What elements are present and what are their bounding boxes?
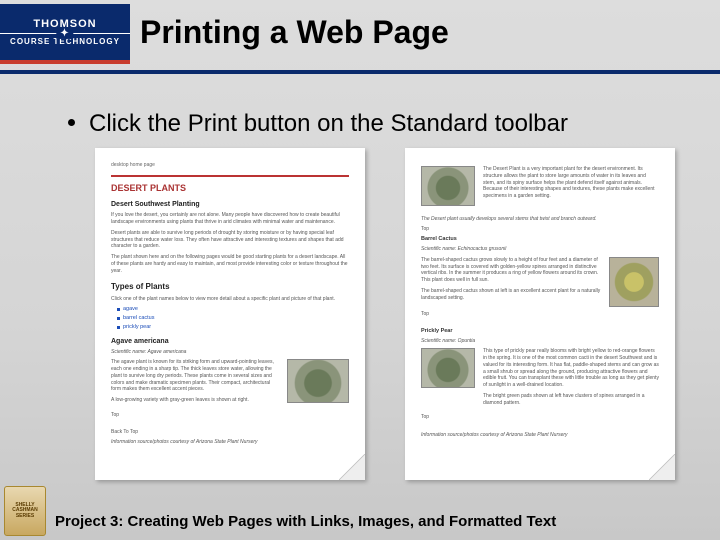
p1-h4: Agave americana [111,337,349,346]
agave-image [287,359,349,403]
print-page-2: The Desert Plant is a very important pla… [405,148,675,480]
brand-divider-star [0,33,130,34]
p1-row-agave: The agave plant is known for its strikin… [111,359,349,408]
p1-para1: If you love the desert, you certainly ar… [111,212,349,226]
p2-prickly-section: Prickly Pear Scientific name: Opuntia Th… [421,328,659,439]
p1-top-link: Top [111,412,349,419]
p2-pp-heading: Prickly Pear [421,328,659,335]
print-preview-area: desktop home page DESERT PLANTS Desert S… [95,148,675,480]
p1-link-1: agave [117,306,349,313]
desert-plant-image [421,166,475,206]
p2-top-row: The Desert Plant is a very important pla… [421,166,659,206]
p1-list-intro: Click one of the plant names below to vi… [111,296,349,303]
p1-link-2: barrel cactus [117,315,349,322]
p1-para2: Desert plants are able to survive long p… [111,230,349,250]
p1-red-rule [111,175,349,177]
prickly-pear-image [421,348,475,388]
p1-link-3: prickly pear [117,324,349,331]
barrel-cactus-image [609,257,659,307]
p2-top-desc: The Desert Plant is a very important pla… [483,166,659,200]
series-badge: SHELLY CASHMAN SERIES [4,486,46,536]
p2-pp-sci: Scientific name: Opuntia [421,338,659,345]
title-underline [0,70,720,74]
p1-sci: Scientific name: Agave americana [111,349,349,356]
bullet-dot-icon [68,119,75,126]
p1-h3: Types of Plants [111,282,349,292]
p1-tail: A low-growing variety with gray-green le… [111,397,279,404]
brand-accent-bar [0,60,130,64]
p2-bc-sci: Scientific name: Echinocactus grusonii [421,246,659,253]
badge-l3: SERIES [16,514,34,520]
print-page-1: desktop home page DESERT PLANTS Desert S… [95,148,365,480]
p2-credit: Information source/photos courtesy of Ar… [421,432,659,439]
slide-title: Printing a Web Page [140,14,449,51]
p1-header: desktop home page [111,162,349,169]
header: THOMSON COURSE TECHNOLOGY Printing a Web… [0,0,720,64]
p1-h1: DESERT PLANTS [111,183,349,195]
p2-barrel-section: Barrel Cactus Scientific name: Echinocac… [421,236,659,317]
footer-text: Project 3: Creating Web Pages with Links… [55,513,556,530]
p1-link-list: agave barrel cactus prickly pear [117,306,349,330]
p2-bc-heading: Barrel Cactus [421,236,659,243]
p1-back-link: Back To Top [111,429,349,436]
p2-pp-desc: This type of prickly pear really blooms … [483,348,659,389]
p1-desc: The agave plant is known for its strikin… [111,359,279,393]
p2-top-link-1: Top [421,226,659,233]
p1-para3: The plant shown here and on the followin… [111,254,349,274]
p1-credit: Information source/photos courtesy of Ar… [111,439,349,446]
bullet-line: Click the Print button on the Standard t… [68,110,568,138]
p2-bc-tail: The barrel-shaped cactus shown at left i… [421,288,601,302]
bullet-text: Click the Print button on the Standard t… [89,110,568,137]
p2-note: The Desert plant usually develops severa… [421,216,659,223]
brand-logo: THOMSON COURSE TECHNOLOGY [0,4,130,60]
p2-bc-desc: The barrel-shaped cactus grows slowly to… [421,257,601,284]
p1-h2: Desert Southwest Planting [111,200,349,209]
p2-top-link-2: Top [421,311,659,318]
p2-pp-tail: The bright green pads shown at left have… [483,393,659,407]
p2-back-link: Top [421,414,659,421]
